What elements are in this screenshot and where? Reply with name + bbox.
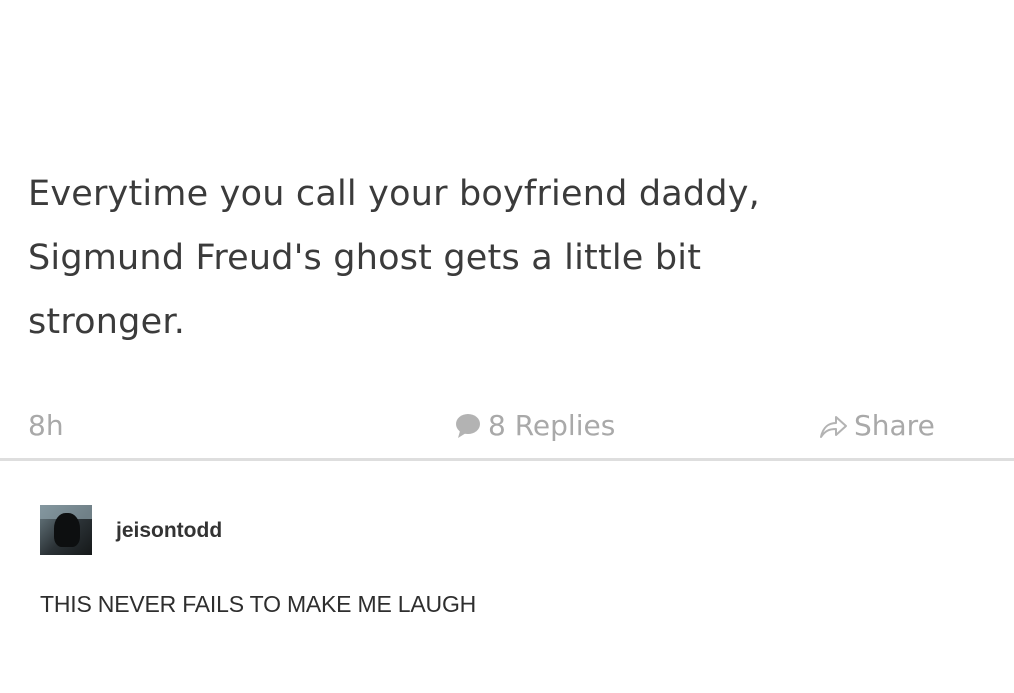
avatar-figure [54,513,80,547]
post-text-line-1: Everytime you call your boyfriend daddy, [28,174,760,214]
post-card: Everytime you call your boyfriend daddy,… [0,0,1014,460]
comment-username[interactable]: jeisontodd [116,519,222,543]
comment-item: jeisontodd THIS NEVER FAILS TO MAKE ME L… [0,461,1014,693]
post-meta-row: 8h 8 Replies Share [0,405,1014,449]
replies-button[interactable]: 8 Replies [454,409,615,442]
post-text: Everytime you call your boyfriend daddy,… [28,162,968,354]
post-text-line-3: stronger. [28,302,186,342]
speech-bubble-icon [454,412,482,440]
share-arrow-icon [818,412,848,440]
post-text-line-2: Sigmund Freud's ghost gets a little bit [28,238,702,278]
share-label: Share [854,409,935,442]
share-button[interactable]: Share [818,409,935,442]
comment-text: THIS NEVER FAILS TO MAKE ME LAUGH [40,591,477,617]
post-timestamp: 8h [28,409,64,442]
avatar[interactable] [40,505,92,555]
replies-label: 8 Replies [488,409,616,442]
